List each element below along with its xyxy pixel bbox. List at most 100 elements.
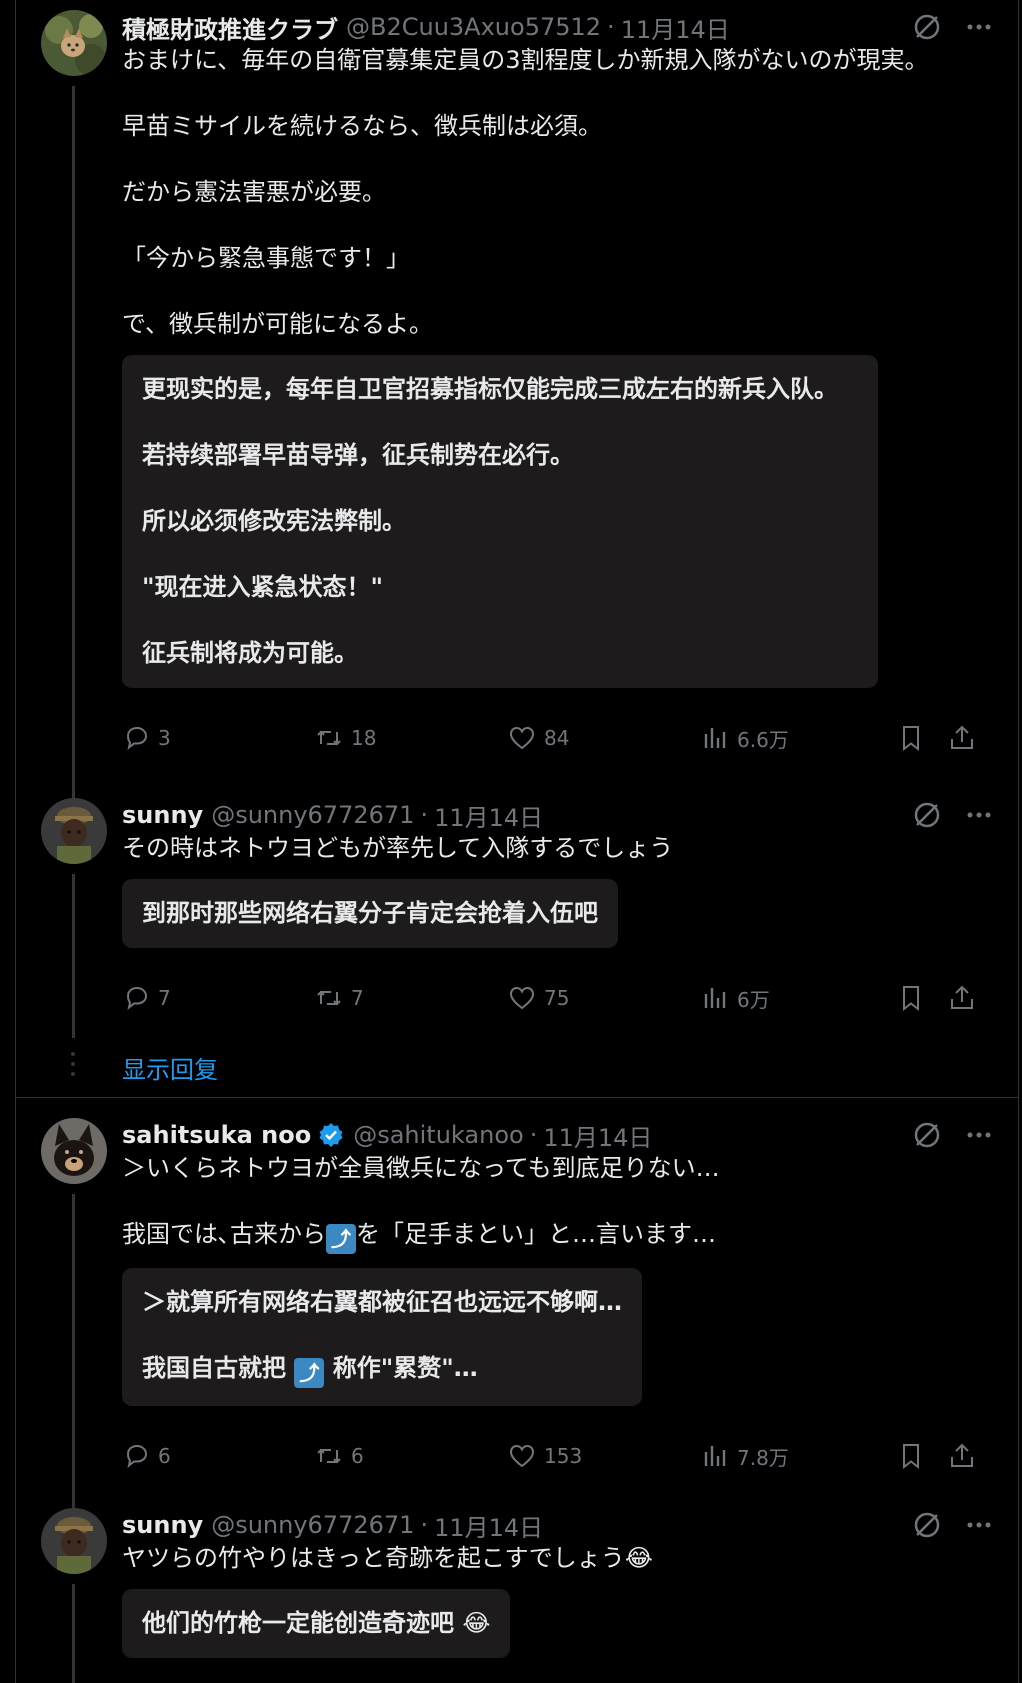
- retweet-button[interactable]: 18: [315, 718, 376, 758]
- bookmark-icon: [903, 726, 919, 752]
- bookmark-button[interactable]: [897, 1436, 925, 1476]
- avatar[interactable]: [41, 10, 107, 76]
- bookmark-button[interactable]: [897, 978, 925, 1018]
- translation-line: 所以必须修改宪法弊制。: [142, 507, 406, 535]
- separator: ·: [607, 13, 615, 41]
- post-content: 積極財政推進クラブ @B2Cuu3Axuo57512 · 11月14日 おまけに…: [122, 10, 994, 758]
- grok-icon[interactable]: [912, 800, 942, 830]
- heart-icon: [509, 1444, 535, 1468]
- post-text: その時はネトウヨどもが率先して入隊するでしょう: [122, 832, 994, 865]
- timeline: 積極財政推進クラブ @B2Cuu3Axuo57512 · 11月14日 おまけに…: [15, 0, 1019, 1683]
- post-content: sunny @sunny6772671 · 11月14日 ヤツらの竹やりはきっと…: [122, 1508, 994, 1658]
- post-content: sahitsuka noo @sahitukanoo · 11月14日 ＞いくら…: [122, 1118, 994, 1476]
- retweet-count: 6: [351, 1444, 364, 1468]
- view-count: 6万: [737, 987, 770, 1012]
- retweet-button[interactable]: 7: [315, 978, 364, 1018]
- reply-button[interactable]: 3: [122, 718, 171, 758]
- translation-box: 到那时那些网络右翼分子肯定会抢着入伍吧: [122, 879, 618, 948]
- retweet-count: 7: [351, 986, 364, 1010]
- post-date[interactable]: 11月14日: [434, 798, 543, 833]
- heart-icon: [509, 726, 535, 750]
- reply-count: 7: [158, 986, 171, 1010]
- translation-part: 他们的竹枪一定能创造奇迹吧: [142, 1609, 454, 1637]
- grok-icon[interactable]: [912, 12, 942, 42]
- post-line: で、徴兵制が可能になるよ。: [122, 310, 434, 338]
- show-replies-link[interactable]: 显示回复: [122, 1050, 218, 1085]
- post-1[interactable]: 積極財政推進クラブ @B2Cuu3Axuo57512 · 11月14日 おまけに…: [16, 10, 1018, 798]
- post-text: おまけに、毎年の自衛官募集定員の3割程度しか新規入隊がないのが現実。 早苗ミサイ…: [122, 44, 994, 341]
- translation-line: 征兵制将成为可能。: [142, 639, 358, 667]
- separator: ·: [420, 801, 429, 829]
- grok-icon[interactable]: [912, 1120, 942, 1150]
- views-button[interactable]: 6.6万: [701, 718, 789, 758]
- bookmark-button[interactable]: [897, 718, 925, 758]
- action-bar: 7 7 75 6万: [122, 978, 994, 1018]
- like-count: 84: [544, 726, 570, 750]
- laughing-crying-emoji-icon: 😂: [462, 1609, 491, 1637]
- views-button[interactable]: 7.8万: [701, 1436, 789, 1476]
- display-name[interactable]: sunny: [122, 1511, 203, 1539]
- avatar[interactable]: [41, 1118, 107, 1184]
- translation-line: 若持续部署早苗导弹，征兵制势在必行。: [142, 441, 574, 469]
- post-header: sunny @sunny6772671 · 11月14日: [122, 1508, 994, 1542]
- retweet-icon: [317, 730, 341, 746]
- post-header: sunny @sunny6772671 · 11月14日: [122, 798, 994, 832]
- post-date[interactable]: 11月14日: [543, 1118, 652, 1153]
- header-icons: [912, 798, 994, 832]
- user-handle[interactable]: @sunny6772671: [211, 801, 414, 829]
- post-line: ヤツらの竹やりはきっと奇跡を起こすでしょう😂: [122, 1542, 994, 1575]
- like-button[interactable]: 84: [508, 718, 569, 758]
- view-count: 6.6万: [737, 727, 789, 752]
- header-icons: [912, 1118, 994, 1152]
- like-button[interactable]: 75: [508, 978, 569, 1018]
- display-name[interactable]: sahitsuka noo: [122, 1121, 311, 1149]
- reply-count: 3: [158, 726, 171, 750]
- display-name[interactable]: sunny: [122, 801, 203, 829]
- reply-button[interactable]: 7: [122, 978, 171, 1018]
- retweet-icon: [317, 990, 341, 1006]
- like-count: 153: [544, 1444, 583, 1468]
- user-handle[interactable]: @B2Cuu3Axuo57512: [346, 13, 601, 41]
- grok-icon[interactable]: [912, 1510, 942, 1540]
- heart-icon: [509, 986, 535, 1010]
- user-handle[interactable]: @sahitukanoo: [353, 1121, 523, 1149]
- translation-box: 他们的竹枪一定能创造奇迹吧 😂: [122, 1589, 511, 1658]
- reply-icon: [126, 1444, 148, 1468]
- post-4[interactable]: sunny @sunny6772671 · 11月14日 ヤツらの竹やりはきっと…: [16, 1508, 1018, 1683]
- avatar[interactable]: [41, 798, 107, 864]
- share-button[interactable]: [948, 978, 976, 1018]
- retweet-count: 18: [351, 726, 377, 750]
- avatar[interactable]: [41, 1508, 107, 1574]
- post-line: おまけに、毎年の自衛官募集定員の3割程度しか新規入隊がないのが現実。: [122, 46, 929, 74]
- more-icon[interactable]: [964, 1120, 994, 1150]
- post-date[interactable]: 11月14日: [434, 1508, 543, 1543]
- user-handle[interactable]: @sunny6772671: [211, 1511, 414, 1539]
- bookmark-icon: [903, 986, 919, 1012]
- post-text: ＞いくらネトウヨが全員徴兵になっても到底足りない… 我国では､古来から ⤴ を「足手…: [122, 1152, 994, 1254]
- more-icon[interactable]: [964, 800, 994, 830]
- avatar-image: [41, 1118, 107, 1184]
- translation-line: 更现实的是，每年自卫官招募指标仅能完成三成左右的新兵入队。: [142, 375, 838, 403]
- retweet-button[interactable]: 6: [315, 1436, 364, 1476]
- translation-line: 他们的竹枪一定能创造奇迹吧 😂: [142, 1607, 490, 1640]
- post-3[interactable]: sahitsuka noo @sahitukanoo · 11月14日 ＞いくら…: [16, 1118, 1018, 1508]
- more-icon[interactable]: [964, 12, 994, 42]
- translation-box: 更现实的是，每年自卫官招募指标仅能完成三成左右的新兵入队。 若持续部署早苗导弹，…: [122, 355, 878, 688]
- share-button[interactable]: [948, 1436, 976, 1476]
- reply-button[interactable]: 6: [122, 1436, 171, 1476]
- post-line: 「今から緊急事態です！」: [122, 244, 410, 272]
- separator: ·: [529, 1121, 538, 1149]
- like-button[interactable]: 153: [508, 1436, 582, 1476]
- views-button[interactable]: 6万: [701, 978, 770, 1018]
- display-name[interactable]: 積極財政推進クラブ: [122, 10, 338, 45]
- header-icons: [912, 1508, 994, 1542]
- thread-line: [72, 86, 75, 798]
- thread-line: [72, 1194, 75, 1508]
- translation-line: 我国自古就把 ⤴ 称作"累赘"…: [142, 1352, 622, 1388]
- post-2[interactable]: sunny @sunny6772671 · 11月14日 その時はネトウヨどもが…: [16, 798, 1018, 1038]
- more-icon[interactable]: [964, 1510, 994, 1540]
- post-date[interactable]: 11月14日: [621, 10, 730, 45]
- share-button[interactable]: [948, 718, 976, 758]
- post-line: その時はネトウヨどもが率先して入隊するでしょう: [122, 834, 674, 862]
- verified-badge-icon[interactable]: [317, 1121, 345, 1149]
